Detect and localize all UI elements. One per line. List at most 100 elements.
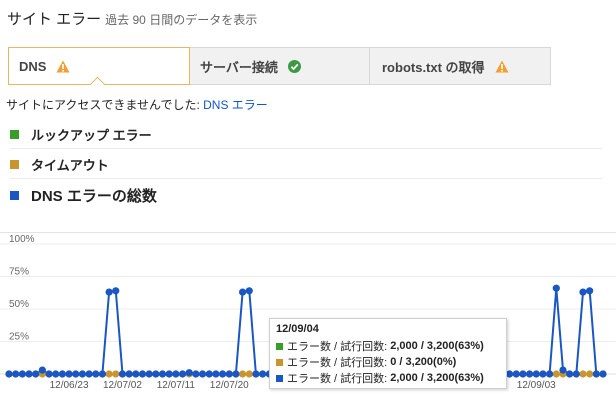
data-point[interactable]: [158, 370, 167, 378]
data-point[interactable]: [112, 287, 120, 295]
data-point[interactable]: [525, 370, 534, 378]
tooltip-row-timeout: エラー数 / 試行回数: 0 / 3,200(0%): [276, 354, 500, 370]
tooltip-row-label: エラー数 / 試行回数:: [287, 341, 388, 353]
tooltip-date: 12/09/04: [276, 323, 319, 335]
legend-timeout[interactable]: タイムアウト: [10, 150, 602, 179]
data-point[interactable]: [125, 370, 133, 378]
data-point[interactable]: [546, 370, 554, 378]
tooltip-row-total: エラー数 / 試行回数: 2,000 / 3,200(63%): [276, 370, 500, 386]
data-point[interactable]: [232, 370, 240, 378]
data-point[interactable]: [245, 287, 253, 295]
warning-icon: [495, 60, 509, 73]
x-tick-label: 12/09/03: [517, 380, 556, 391]
page-title: サイト エラー 過去 90 日間のデータを表示: [7, 8, 257, 29]
data-point[interactable]: [599, 370, 607, 378]
data-point[interactable]: [245, 370, 253, 378]
data-point[interactable]: [532, 370, 540, 378]
dns-error-link[interactable]: DNS エラー: [203, 98, 268, 112]
data-point[interactable]: [132, 370, 140, 378]
data-point[interactable]: [579, 370, 587, 378]
data-point[interactable]: [165, 370, 173, 378]
y-tick-label: 100%: [9, 234, 35, 245]
data-point[interactable]: [539, 370, 547, 378]
title-main: サイト エラー: [7, 11, 102, 28]
data-point[interactable]: [105, 370, 113, 378]
data-point[interactable]: [586, 287, 594, 295]
data-point[interactable]: [98, 370, 107, 378]
data-point[interactable]: [238, 370, 247, 378]
data-point[interactable]: [92, 370, 100, 378]
data-point[interactable]: [178, 370, 187, 378]
data-point[interactable]: [38, 366, 46, 374]
data-point[interactable]: [592, 370, 600, 378]
data-point[interactable]: [212, 370, 220, 378]
data-point[interactable]: [552, 370, 560, 378]
data-point[interactable]: [566, 370, 574, 378]
data-point[interactable]: [58, 370, 66, 378]
y-tick-label: 75%: [9, 267, 29, 278]
x-tick-label: 12/07/11: [157, 380, 196, 391]
data-point[interactable]: [72, 370, 80, 378]
data-point[interactable]: [259, 370, 267, 378]
legend-label: ルックアップ エラー: [31, 127, 152, 143]
tab-dns-label: DNS: [19, 58, 47, 74]
data-point[interactable]: [505, 370, 514, 378]
data-point[interactable]: [512, 370, 520, 378]
data-point[interactable]: [579, 288, 587, 296]
data-point[interactable]: [152, 370, 160, 378]
legend-label: DNS エラーの総数: [31, 187, 157, 205]
data-point[interactable]: [52, 370, 60, 378]
error-type-tabs: DNS サーバー接続 robots.txt の取得: [8, 47, 551, 85]
check-circle-icon: [287, 59, 301, 73]
y-tick-label: 50%: [9, 299, 29, 310]
tab-robots-fetch[interactable]: robots.txt の取得: [370, 47, 551, 85]
legend-swatch-green: [10, 129, 19, 139]
tooltip-swatch-green: [276, 342, 283, 350]
data-point[interactable]: [559, 366, 567, 374]
data-point[interactable]: [45, 370, 53, 378]
data-point[interactable]: [5, 370, 13, 378]
data-point[interactable]: [572, 370, 580, 378]
data-point[interactable]: [586, 370, 594, 378]
data-point[interactable]: [65, 370, 73, 378]
data-point[interactable]: [252, 370, 260, 378]
data-point[interactable]: [192, 370, 200, 378]
tooltip-row-label: エラー数 / 試行回数:: [287, 357, 388, 369]
error-message-text: サイトにアクセスできませんでした:: [6, 98, 204, 112]
data-point[interactable]: [12, 370, 20, 378]
legend-swatch-blue: [10, 190, 19, 200]
tooltip-swatch-orange: [276, 358, 283, 366]
data-point[interactable]: [185, 369, 193, 377]
x-tick-label: 12/07/20: [210, 380, 249, 391]
data-point[interactable]: [105, 288, 113, 296]
legend-lookup-error[interactable]: ルックアップ エラー: [10, 120, 602, 149]
legend-dns-total[interactable]: DNS エラーの総数: [10, 180, 602, 210]
data-point[interactable]: [198, 370, 207, 378]
tooltip-row-value: 2,000 / 3,200(63%): [390, 340, 484, 352]
y-tick-label: 25%: [9, 332, 29, 343]
data-point[interactable]: [145, 370, 153, 378]
x-tick-label: 12/07/02: [103, 380, 142, 391]
data-point[interactable]: [32, 370, 40, 378]
data-point[interactable]: [205, 370, 213, 378]
warning-icon: [56, 60, 70, 73]
data-point[interactable]: [25, 370, 33, 378]
tooltip-row-value: 0 / 3,200(0%): [390, 356, 457, 368]
tab-server-connection-label: サーバー接続: [200, 59, 278, 75]
data-point[interactable]: [238, 288, 247, 296]
data-point[interactable]: [519, 370, 527, 378]
data-point[interactable]: [18, 370, 26, 378]
data-point[interactable]: [225, 370, 233, 378]
tab-robots-fetch-label: robots.txt の取得: [382, 59, 485, 75]
tab-server-connection[interactable]: サーバー接続: [190, 47, 370, 85]
data-point[interactable]: [118, 370, 127, 378]
data-point[interactable]: [138, 370, 147, 378]
data-point[interactable]: [85, 370, 93, 378]
legend-label: タイムアウト: [31, 157, 109, 173]
data-point[interactable]: [172, 370, 180, 378]
data-point[interactable]: [112, 370, 120, 378]
data-point[interactable]: [78, 370, 87, 378]
data-point[interactable]: [218, 370, 227, 378]
legend-swatch-orange: [10, 159, 19, 169]
data-point[interactable]: [552, 284, 560, 292]
